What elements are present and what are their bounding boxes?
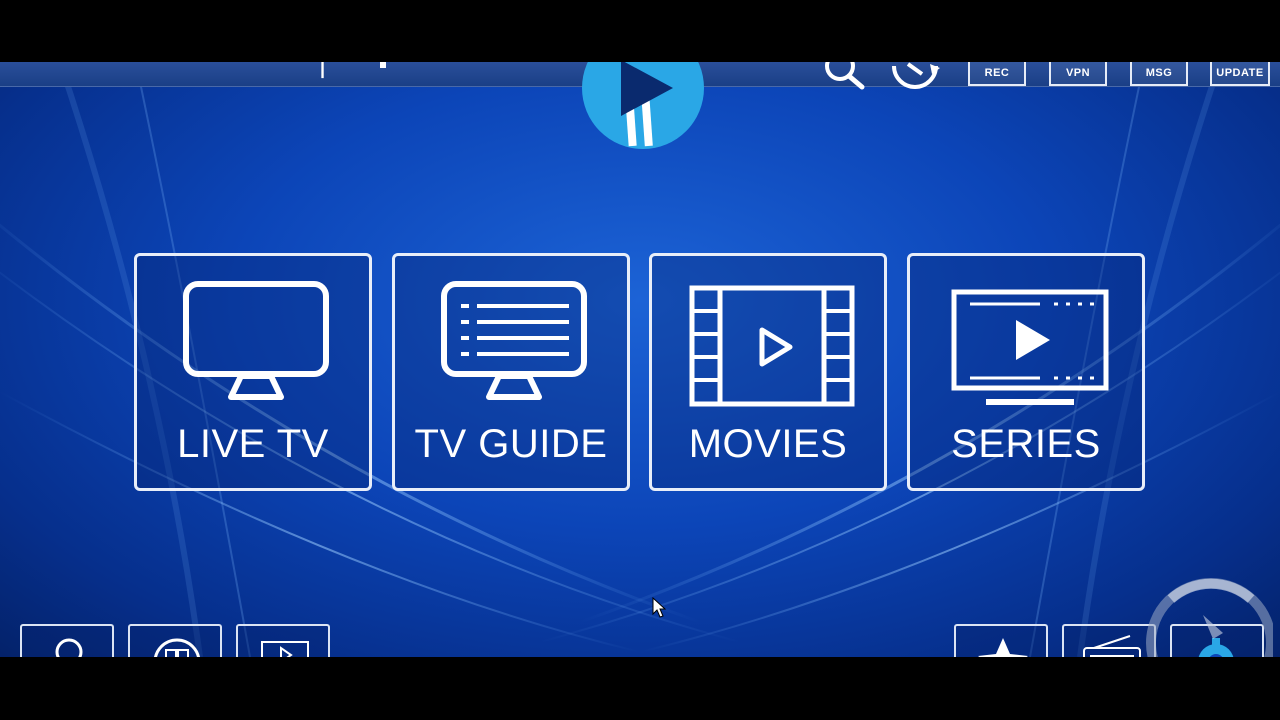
search-icon: [825, 62, 865, 90]
film-play-icon: [689, 285, 855, 407]
letterbox-bottom: [0, 657, 1280, 720]
user-icon: [55, 638, 83, 657]
refresh-icon: [892, 62, 940, 89]
favorites-button[interactable]: [954, 624, 1048, 657]
tile-series[interactable]: SERIES: [907, 253, 1145, 491]
tile-movies[interactable]: MOVIES: [649, 253, 887, 491]
tile-label: LIVE TV: [177, 422, 329, 466]
msg-button[interactable]: MSG: [1130, 62, 1188, 86]
letterbox-top: [0, 0, 1280, 62]
multiscreen-icon: [154, 638, 200, 657]
account-button[interactable]: [20, 624, 114, 657]
tile-tv-guide[interactable]: TV GUIDE: [392, 253, 630, 491]
rec-button[interactable]: REC: [968, 62, 1026, 86]
tile-label: TV GUIDE: [414, 422, 608, 466]
series-play-icon: [951, 289, 1109, 405]
tile-label: SERIES: [951, 422, 1101, 466]
tile-label: MOVIES: [688, 422, 848, 466]
star-icon: [978, 638, 1028, 657]
loading-spinner-icon: [1146, 578, 1273, 657]
multiscreen-button[interactable]: [128, 624, 222, 657]
catchup-button[interactable]: [236, 624, 330, 657]
update-button[interactable]: UPDATE: [1210, 62, 1270, 86]
vpn-button[interactable]: VPN: [1049, 62, 1107, 86]
play-box-icon: [261, 641, 309, 657]
mouse-cursor-icon: [652, 597, 667, 618]
top-toolbar: REC VPN MSG UPDATE: [0, 62, 1280, 92]
rec-icon: REC: [984, 67, 1010, 79]
mail-icon: MSG: [1145, 67, 1173, 79]
radio-button[interactable]: [1062, 624, 1156, 657]
vpn-icon: VPN: [1065, 67, 1091, 79]
download-icon: UPDATE: [1216, 67, 1264, 79]
tile-live-tv[interactable]: LIVE TV: [134, 253, 372, 491]
refresh-button[interactable]: [886, 62, 944, 90]
tv-icon: [183, 281, 329, 400]
home-screen: | REC VPN MSG UPDATE LIVE TV TV GUIDE MO…: [0, 62, 1280, 657]
tv-guide-icon: [441, 281, 587, 400]
search-button[interactable]: [812, 62, 872, 90]
